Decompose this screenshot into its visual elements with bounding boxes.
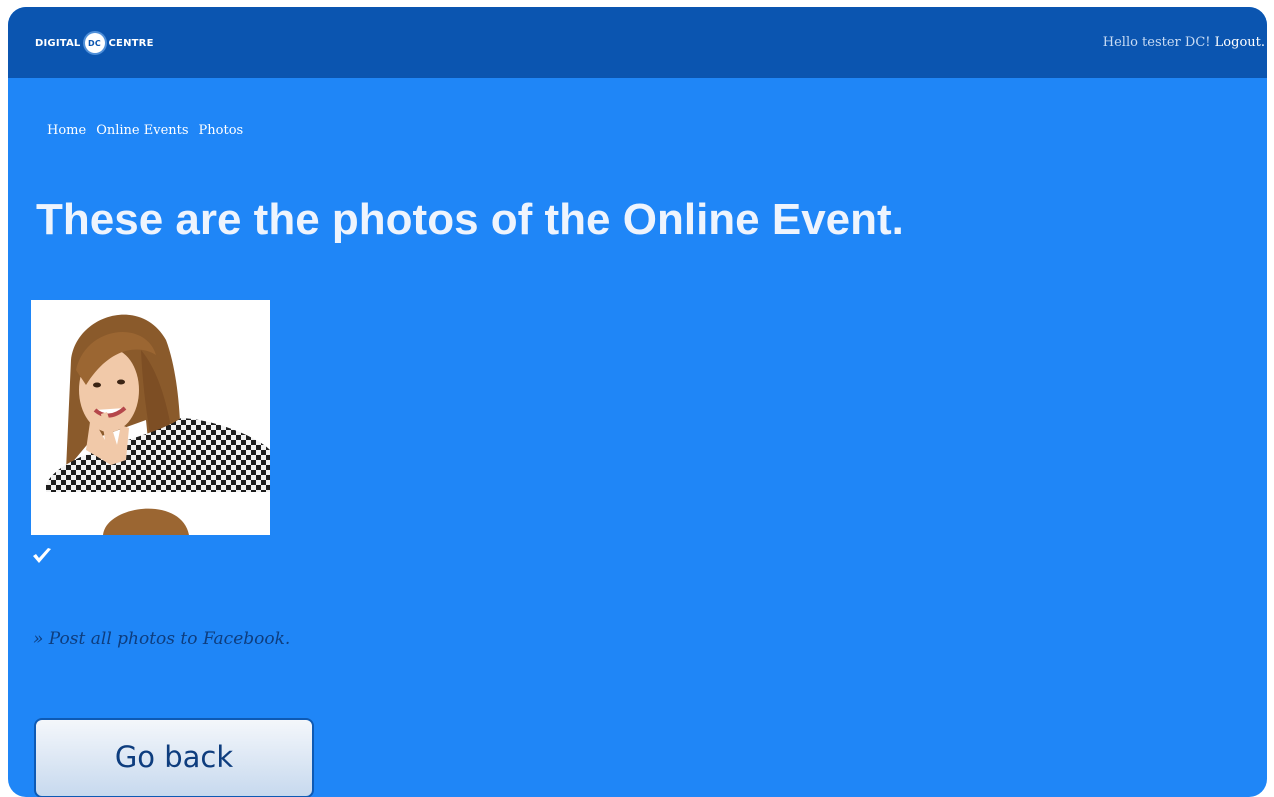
breadcrumb-online-events[interactable]: Online Events [96, 123, 188, 138]
page-title: These are the photos of the Online Event… [36, 195, 904, 244]
breadcrumb-photos[interactable]: Photos [199, 123, 244, 138]
site-logo[interactable]: DIGITAL DC CENTRE [35, 33, 154, 53]
breadcrumb-home[interactable]: Home [47, 123, 86, 138]
logo-text-left: DIGITAL [35, 37, 81, 49]
app-frame: DIGITAL DC CENTRE Hello tester DC! Logou… [8, 7, 1267, 797]
logo-text-right: CENTRE [108, 37, 154, 49]
post-to-facebook-link[interactable]: » Post all photos to Facebook. [33, 629, 290, 649]
top-bar: DIGITAL DC CENTRE Hello tester DC! Logou… [8, 7, 1267, 78]
user-greeting: Hello tester DC! Logout. [1103, 35, 1265, 50]
breadcrumb: Home Online Events Photos [47, 123, 243, 138]
photo-image [31, 300, 270, 535]
dc-logo-icon: DC [84, 33, 105, 53]
go-back-button[interactable]: Go back [34, 718, 314, 797]
event-photo[interactable] [31, 300, 270, 535]
greeting-text: Hello tester DC! [1102, 35, 1211, 50]
checkmark-icon[interactable] [32, 547, 52, 565]
logout-link[interactable]: Logout. [1215, 35, 1265, 50]
